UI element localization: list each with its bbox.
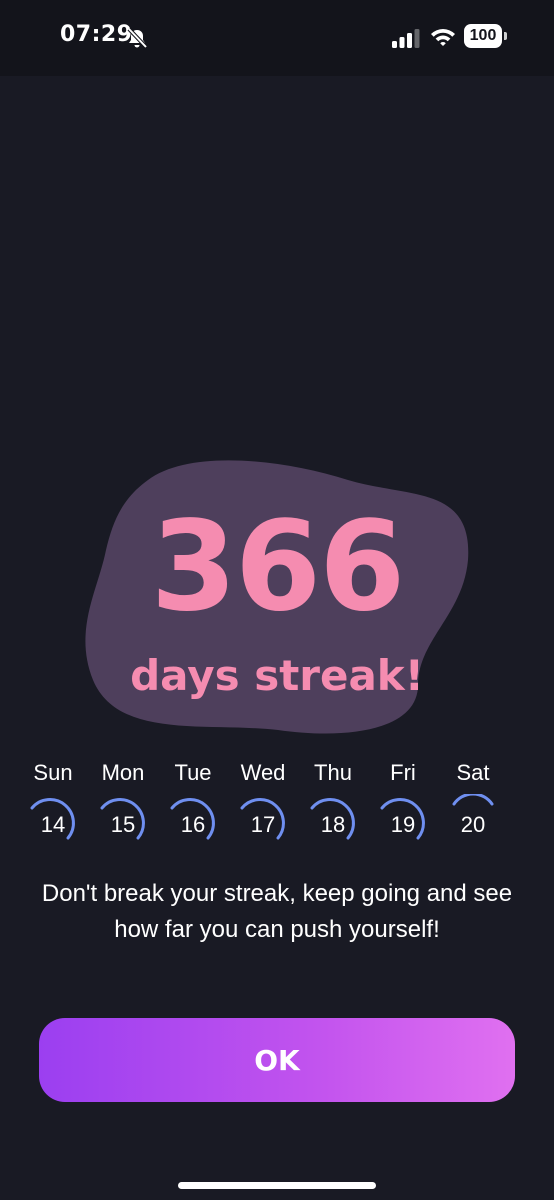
status-time: 07:29: [60, 22, 133, 47]
day-date: 19: [390, 812, 416, 837]
cellular-signal-icon: [392, 29, 420, 48]
encouragement-message: Don't break your streak, keep going and …: [41, 880, 513, 943]
day-name: Wed: [240, 760, 286, 785]
day-date: 16: [180, 812, 206, 837]
day-thu: Thu 18: [298, 758, 368, 854]
home-indicator[interactable]: [178, 1182, 376, 1189]
day-date: 15: [110, 812, 136, 837]
day-name: Fri: [390, 760, 416, 785]
day-name: Sun: [33, 760, 73, 785]
day-sun: Sun 14: [18, 758, 88, 854]
battery-level: 100: [469, 27, 497, 44]
day-mon: Mon 15: [88, 758, 158, 854]
day-name: Sat: [456, 760, 490, 785]
day-date: 20: [460, 812, 486, 837]
day-name: Mon: [101, 760, 145, 785]
streak-label: days streak!: [130, 651, 424, 700]
day-date: 14: [40, 812, 66, 837]
day-name: Tue: [174, 760, 212, 785]
day-name: Thu: [314, 760, 352, 785]
day-date: 18: [320, 812, 346, 837]
ok-button[interactable]: OK: [39, 1018, 515, 1102]
streak-count: 366: [150, 495, 406, 639]
week-calendar: Sun 14 Mon 15 Tue 16 Wed 17 Thu 18 Fri 1…: [18, 758, 538, 858]
day-date: 17: [250, 812, 276, 837]
wifi-icon: [431, 29, 455, 46]
day-wed: Wed 17: [228, 758, 298, 854]
battery-icon: 100: [464, 24, 508, 50]
day-fri: Fri 19: [368, 758, 438, 854]
bell-muted-icon: [127, 27, 148, 49]
status-bar: 07:29 100: [0, 0, 554, 76]
day-sat: Sat 20: [438, 758, 508, 854]
day-tue: Tue 16: [158, 758, 228, 854]
